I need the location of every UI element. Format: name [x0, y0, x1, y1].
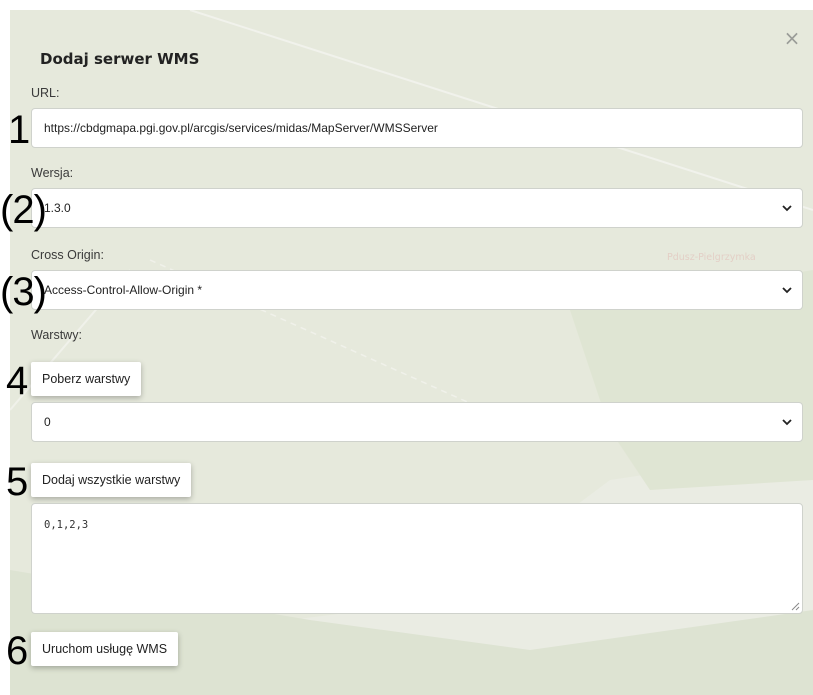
resize-grip-icon[interactable]: [791, 602, 800, 611]
chevron-down-icon: [782, 287, 792, 294]
version-label: Wersja:: [31, 166, 74, 180]
chevron-down-icon: [782, 205, 792, 212]
map-place-label: Pdusz-Pielgrzymka: [667, 252, 756, 263]
step-marker-5: 5: [6, 460, 28, 504]
close-button[interactable]: ×: [782, 28, 802, 48]
cross-origin-select[interactable]: Access-Control-Allow-Origin *: [31, 270, 803, 310]
step-marker-2: (2): [0, 188, 47, 232]
layer-select[interactable]: 0: [31, 402, 803, 442]
cross-origin-label: Cross Origin:: [31, 248, 104, 262]
url-label: URL:: [31, 86, 60, 100]
url-input-value: https://cbdgmapa.pgi.gov.pl/arcgis/servi…: [44, 121, 438, 135]
version-select[interactable]: 1.3.0: [31, 188, 803, 228]
step-marker-1: 1: [8, 108, 30, 152]
layers-textarea-value: 0,1,2,3: [44, 519, 89, 531]
step-marker-6: 6: [6, 629, 28, 673]
step-marker-4: 4: [6, 359, 28, 403]
url-input[interactable]: https://cbdgmapa.pgi.gov.pl/arcgis/servi…: [31, 108, 803, 148]
dialog-title: Dodaj serwer WMS: [40, 50, 200, 68]
chevron-down-icon: [782, 419, 792, 426]
layer-select-value: 0: [44, 415, 51, 429]
add-all-layers-button[interactable]: Dodaj wszystkie warstwy: [31, 463, 192, 497]
layers-label: Warstwy:: [31, 328, 82, 342]
layers-textarea[interactable]: 0,1,2,3: [31, 503, 803, 614]
fetch-layers-button[interactable]: Poberz warstwy: [31, 362, 142, 396]
cross-origin-select-value: Access-Control-Allow-Origin *: [44, 283, 203, 297]
add-wms-server-dialog: × Dodaj serwer WMS Pdusz-Pielgrzymka URL…: [10, 10, 813, 695]
start-wms-service-button[interactable]: Uruchom usługę WMS: [31, 632, 179, 666]
step-marker-3: (3): [0, 270, 47, 314]
